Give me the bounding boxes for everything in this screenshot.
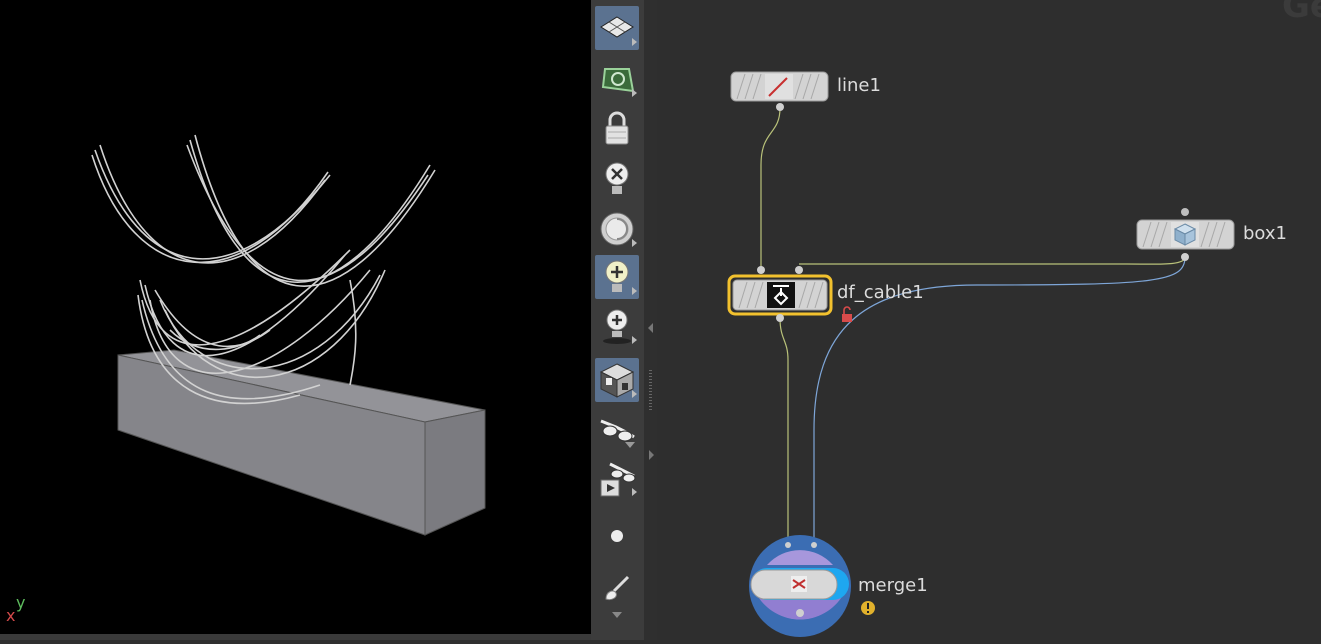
lock-camera-button[interactable] xyxy=(595,107,639,151)
glasses-icon xyxy=(600,419,635,442)
axis-x-label: x xyxy=(6,606,16,625)
dot-icon xyxy=(611,530,623,542)
checker-cube-icon xyxy=(599,363,635,398)
collapse-right-icon[interactable] xyxy=(649,450,654,460)
viewport-canvas xyxy=(91,134,486,536)
node-merge1-body[interactable] xyxy=(749,535,851,637)
network-editor[interactable]: Geo xyxy=(657,0,1321,640)
node-label-df_cable1: df_cable1 xyxy=(837,282,924,303)
light-shadow-icon xyxy=(603,309,631,344)
normal-lighting-button[interactable] xyxy=(595,255,639,299)
box-side-face xyxy=(424,409,486,536)
collapse-left-icon[interactable] xyxy=(648,323,653,333)
wire-df_cable1-to-merge1 xyxy=(779,317,789,540)
lock-icon xyxy=(605,111,629,145)
node-label-line1: line1 xyxy=(837,75,881,96)
divider-grip[interactable] xyxy=(649,370,652,410)
light-plus-icon xyxy=(605,260,629,292)
node-label-merge1: merge1 xyxy=(858,575,928,596)
viewport-toolbar xyxy=(591,0,645,640)
render-dot-button[interactable] xyxy=(595,514,639,558)
brush-icon xyxy=(605,575,630,600)
headlight-button[interactable] xyxy=(595,207,639,251)
wire-line1-to-df_cable1 xyxy=(760,107,781,270)
scene-viewport[interactable]: x y xyxy=(0,0,591,640)
unlock-icon xyxy=(842,306,852,322)
snapping-button[interactable] xyxy=(595,57,639,101)
snap-icon xyxy=(601,68,635,93)
shading-mode-button[interactable] xyxy=(595,358,639,402)
axis-y-label: y xyxy=(16,593,26,612)
warning-icon xyxy=(861,601,875,615)
pane-divider[interactable] xyxy=(644,0,658,640)
flipbook-icon xyxy=(600,462,636,497)
hide-lights-button[interactable] xyxy=(595,157,639,201)
node-line1-body[interactable] xyxy=(731,72,828,101)
viewport-status-bar xyxy=(0,634,591,640)
node-box1-body[interactable] xyxy=(1137,220,1234,249)
toolbar-more-icon[interactable] xyxy=(611,610,623,620)
light-off-icon xyxy=(605,162,629,194)
display-options-button[interactable] xyxy=(595,6,639,50)
node-df_cable1-body[interactable] xyxy=(729,276,831,314)
grid-plane-icon xyxy=(600,16,634,38)
high-quality-lighting-button[interactable] xyxy=(595,304,639,348)
wire-box1-to-df_cable1 xyxy=(799,256,1186,265)
flipbook-button[interactable] xyxy=(595,456,639,500)
node-label-box1: box1 xyxy=(1243,223,1287,244)
headlight-icon xyxy=(600,212,634,246)
stereo-view-button[interactable] xyxy=(595,406,639,450)
brush-button[interactable] xyxy=(595,566,639,610)
